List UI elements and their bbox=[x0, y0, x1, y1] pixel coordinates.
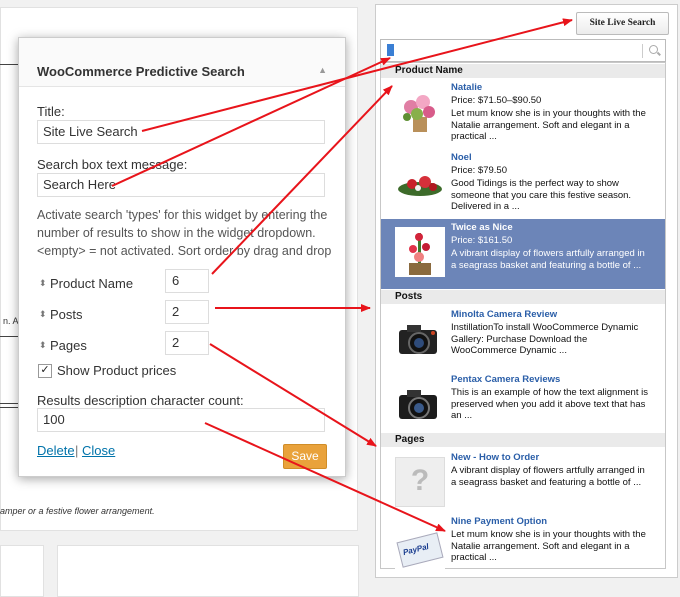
title-field-label: Title: bbox=[37, 104, 65, 119]
search-type-count-field[interactable]: 2 bbox=[165, 300, 209, 324]
link-separator: | bbox=[75, 443, 79, 458]
search-type-label: Product Name bbox=[50, 276, 134, 291]
search-type-label: Pages bbox=[50, 338, 87, 353]
result-price: Price: $161.50 bbox=[451, 235, 513, 246]
result-item[interactable]: Minolta Camera Review InstillationTo ins… bbox=[381, 306, 665, 376]
result-description: This is an example of how the text align… bbox=[451, 387, 648, 421]
background-partial-text: n. A bbox=[3, 316, 19, 326]
section-header-pages: Pages bbox=[381, 433, 665, 447]
show-prices-label: Show Product prices bbox=[57, 363, 177, 378]
question-mark-icon: ? bbox=[410, 464, 430, 497]
background-panel-bottom-mid bbox=[57, 545, 359, 597]
search-icon[interactable] bbox=[649, 45, 658, 54]
activation-description: Activate search 'types' for this widget … bbox=[37, 208, 332, 258]
drag-handle-icon[interactable]: ⬍ bbox=[39, 309, 47, 320]
background-panel-bottom-left bbox=[0, 545, 44, 597]
text-cursor bbox=[387, 44, 394, 56]
result-item[interactable]: Pentax Camera Reviews This is an example… bbox=[381, 371, 665, 441]
widget-settings-panel: WooCommerce Predictive Search ▲ Title: S… bbox=[18, 37, 346, 477]
background-rule bbox=[0, 403, 18, 404]
result-item[interactable]: Noel Price: $79.50 Good Tidings is the p… bbox=[381, 149, 665, 219]
background-rule bbox=[0, 407, 18, 408]
result-title[interactable]: Nine Payment Option bbox=[451, 516, 547, 527]
result-title[interactable]: New - How to Order bbox=[451, 452, 539, 463]
result-item-highlighted[interactable]: Twice as Nice Price: $161.50 A vibrant d… bbox=[381, 219, 665, 289]
paypal-card: PayPal bbox=[396, 532, 444, 568]
camera-thumbnail bbox=[395, 379, 445, 429]
paypal-card-thumbnail: PayPal bbox=[395, 521, 445, 571]
result-description: A vibrant display of flowers artfully ar… bbox=[451, 465, 645, 488]
result-title[interactable]: Noel bbox=[451, 152, 472, 163]
close-link[interactable]: Close bbox=[82, 443, 115, 458]
search-results-dropdown: Product Name Natalie Price: $71.50–$90.5… bbox=[380, 62, 666, 571]
background-rule bbox=[0, 336, 18, 337]
char-count-label: Results description character count: bbox=[37, 393, 244, 408]
search-message-field[interactable]: Search Here bbox=[37, 173, 325, 197]
search-message-label: Search box text message: bbox=[37, 157, 188, 172]
search-type-count-field[interactable]: 6 bbox=[165, 269, 209, 293]
flower-bouquet-thumbnail bbox=[395, 87, 445, 137]
result-title[interactable]: Pentax Camera Reviews bbox=[451, 374, 560, 385]
title-field[interactable]: Site Live Search bbox=[37, 120, 325, 144]
result-description: InstillationTo install WooCommerce Dynam… bbox=[451, 322, 639, 356]
camera-thumbnail bbox=[395, 314, 445, 364]
show-prices-checkbox[interactable]: ✓ bbox=[38, 364, 52, 378]
flower-basket-thumbnail bbox=[395, 227, 445, 277]
delete-link[interactable]: Delete bbox=[37, 443, 75, 458]
background-rule bbox=[0, 64, 18, 65]
search-divider bbox=[642, 44, 643, 58]
result-title[interactable]: Twice as Nice bbox=[451, 222, 513, 233]
search-type-label: Posts bbox=[50, 307, 83, 322]
widget-header[interactable]: WooCommerce Predictive Search ▲ bbox=[19, 38, 345, 87]
section-header-posts: Posts bbox=[381, 290, 665, 304]
section-header-product-name: Product Name bbox=[381, 64, 665, 78]
result-price: Price: $79.50 bbox=[451, 165, 507, 176]
result-item[interactable]: ? New - How to Order A vibrant display o… bbox=[381, 449, 665, 519]
result-description: Let mum know she is in your thoughts wit… bbox=[451, 108, 646, 142]
char-count-field[interactable]: 100 bbox=[37, 408, 325, 432]
paypal-logo-text: PayPal bbox=[402, 541, 430, 558]
widget-title: WooCommerce Predictive Search bbox=[37, 64, 245, 79]
background-footer-text: amper or a festive flower arrangement. bbox=[0, 506, 155, 516]
christmas-arrangement-thumbnail bbox=[395, 157, 445, 207]
result-description: Good Tidings is the perfect way to show … bbox=[451, 178, 632, 212]
result-title[interactable]: Minolta Camera Review bbox=[451, 309, 557, 320]
search-input[interactable] bbox=[380, 39, 666, 62]
result-item[interactable]: Natalie Price: $71.50–$90.50 Let mum kno… bbox=[381, 79, 665, 149]
save-button[interactable]: Save bbox=[283, 444, 327, 469]
result-price: Price: $71.50–$90.50 bbox=[451, 95, 542, 106]
drag-handle-icon[interactable]: ⬍ bbox=[39, 340, 47, 351]
site-live-search-button[interactable]: Site Live Search bbox=[576, 12, 669, 35]
result-description: A vibrant display of flowers artfully ar… bbox=[451, 248, 645, 271]
result-item[interactable]: PayPal Nine Payment Option Let mum know … bbox=[381, 513, 665, 583]
result-title[interactable]: Natalie bbox=[451, 82, 482, 93]
drag-handle-icon[interactable]: ⬍ bbox=[39, 278, 47, 289]
collapse-arrow-icon[interactable]: ▲ bbox=[318, 65, 327, 75]
search-type-count-field[interactable]: 2 bbox=[165, 331, 209, 355]
result-description: Let mum know she is in your thoughts wit… bbox=[451, 529, 646, 563]
placeholder-thumbnail: ? bbox=[395, 457, 445, 507]
